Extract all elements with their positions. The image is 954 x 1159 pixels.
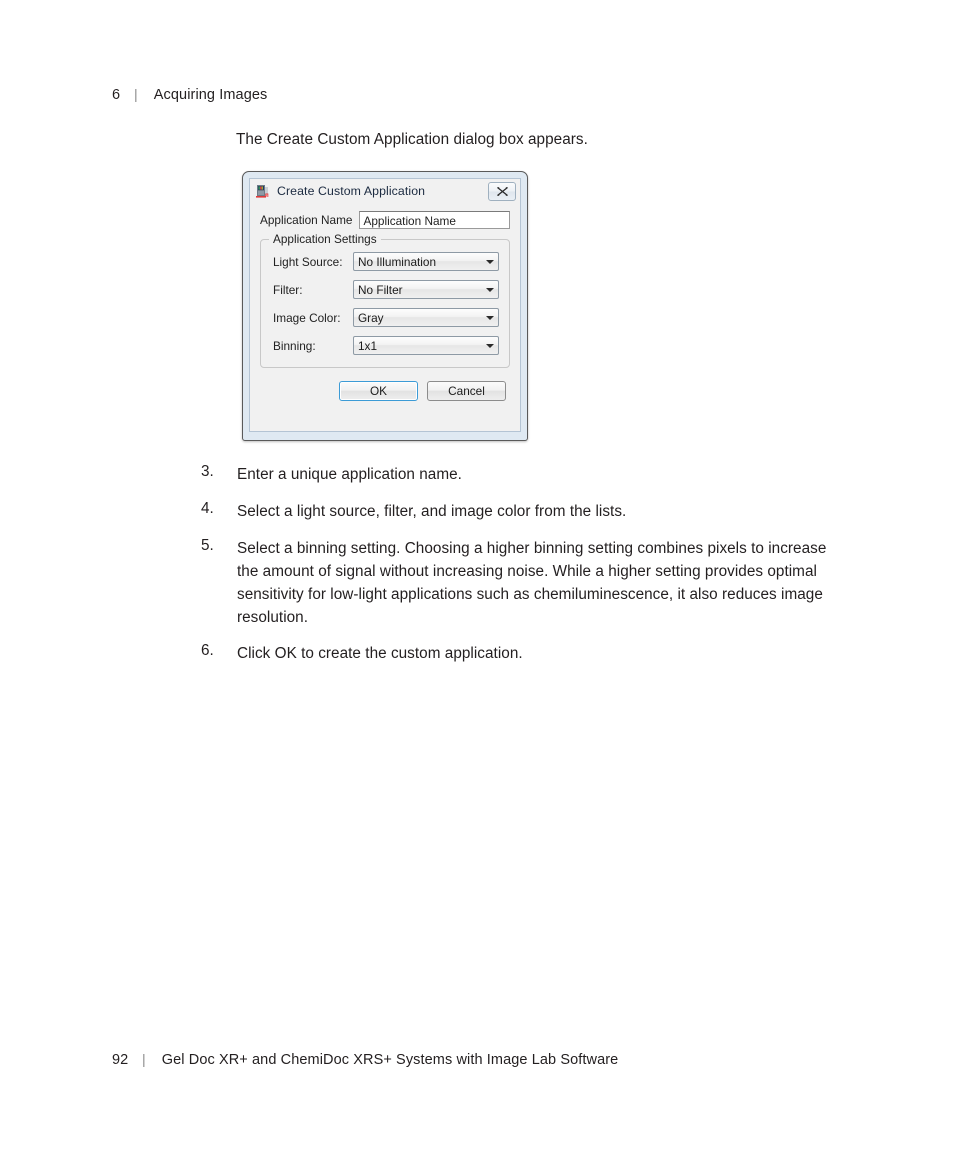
list-item: 6. Click OK to create the custom applica… [201,642,851,665]
filter-label: Filter: [273,282,303,297]
list-item: 5. Select a binning setting. Choosing a … [201,537,851,629]
binning-label: Binning: [273,338,316,353]
image-color-label: Image Color: [273,310,341,325]
footer-title: Gel Doc XR+ and ChemiDoc XRS+ Systems wi… [161,1052,619,1068]
binning-row: Binning: 1x1 [273,336,499,355]
page-header: 6 | Acquiring Images [112,86,267,103]
list-item: 3. Enter a unique application name. [201,463,851,486]
step-number: 6. [201,642,214,659]
footer-separator: | [142,1051,146,1067]
image-color-row: Image Color: Gray [273,308,499,327]
create-custom-application-dialog-figure: p Create Custom Application Application … [242,171,528,441]
header-separator: | [134,86,138,102]
cancel-button[interactable]: Cancel [427,381,506,401]
dialog-body: Application Name Application Name Applic… [250,203,520,401]
list-item: 4. Select a light source, filter, and im… [201,500,851,523]
image-color-select[interactable]: Gray [353,308,499,327]
application-name-row: Application Name Application Name [260,211,510,229]
dialog-window: p Create Custom Application Application … [242,171,528,441]
application-name-label: Application Name [260,213,353,227]
chevron-down-icon [481,315,498,320]
light-source-row: Light Source: No Illumination [273,252,499,271]
light-source-select[interactable]: No Illumination [353,252,499,271]
chapter-title: Acquiring Images [153,87,268,103]
step-text: Click OK to create the custom applicatio… [237,645,523,662]
step-number: 4. [201,500,214,517]
procedure-steps: 3. Enter a unique application name. 4. S… [201,463,851,679]
chapter-number: 6 [112,87,121,103]
step-number: 5. [201,537,214,554]
application-settings-group: Application Settings Light Source: No Il… [260,232,510,368]
light-source-value: No Illumination [358,254,437,269]
filter-row: Filter: No Filter [273,280,499,299]
filter-select[interactable]: No Filter [353,280,499,299]
step-number: 3. [201,463,214,480]
page-footer: 92 | Gel Doc XR+ and ChemiDoc XRS+ Syste… [112,1051,618,1068]
page-number: 92 [112,1052,129,1068]
chevron-down-icon [481,287,498,292]
step-text: Enter a unique application name. [237,466,462,483]
close-icon[interactable] [488,181,516,201]
ok-button[interactable]: OK [339,381,418,401]
filter-value: No Filter [358,282,403,297]
dialog-inner-frame: p Create Custom Application Application … [249,178,521,432]
svg-text:p: p [266,193,269,197]
intro-paragraph: The Create Custom Application dialog box… [236,131,588,148]
step-text: Select a light source, filter, and image… [237,503,627,520]
step-text: Select a binning setting. Choosing a hig… [237,540,827,626]
dialog-button-bar: OK Cancel [260,381,510,401]
light-source-label: Light Source: [273,254,343,269]
binning-select[interactable]: 1x1 [353,336,499,355]
application-icon: p [254,183,271,200]
chevron-down-icon [481,259,498,264]
dialog-titlebar: p Create Custom Application [250,179,520,203]
application-name-input[interactable]: Application Name [359,211,510,229]
binning-value: 1x1 [358,338,378,353]
application-settings-label: Application Settings [269,232,381,246]
image-color-value: Gray [358,310,384,325]
dialog-title: Create Custom Application [277,184,426,198]
chevron-down-icon [481,343,498,348]
